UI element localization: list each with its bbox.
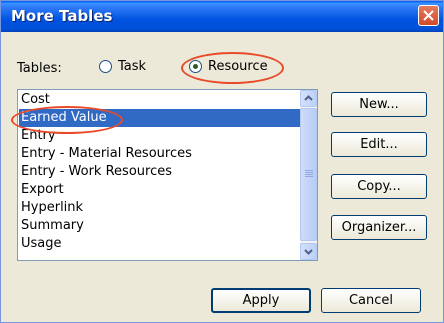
dialog-title: More Tables [11,7,113,25]
close-button[interactable] [418,5,439,26]
task-radio-dot [99,60,112,73]
list-item-hyperlink[interactable]: Hyperlink [19,199,301,217]
task-radio[interactable]: Task [99,59,146,74]
cancel-button[interactable]: Cancel [321,288,421,313]
annotation-circle-resource [181,52,284,84]
list-item-summary[interactable]: Summary [19,217,301,235]
scroll-down-button[interactable] [300,243,317,260]
task-radio-label: Task [118,59,147,74]
organizer-button[interactable]: Organizer... [331,215,427,240]
annotation-circle-earned-value [11,106,123,134]
list-item-entry-material-resources[interactable]: Entry - Material Resources [19,145,301,163]
scroll-up-button[interactable] [300,90,317,107]
list-item-export[interactable]: Export [19,181,301,199]
new-button[interactable]: New... [331,92,427,117]
apply-button[interactable]: Apply [211,288,311,313]
list-item-usage[interactable]: Usage [19,235,301,253]
close-icon [423,10,434,21]
tables-label: Tables: [17,61,62,76]
edit-button[interactable]: Edit... [331,132,427,157]
copy-button[interactable]: Copy... [331,174,427,199]
scroll-thumb[interactable] [300,108,317,241]
more-tables-dialog: More Tables Tables: Task Resource Cost E… [0,0,444,323]
list-item-entry-work-resources[interactable]: Entry - Work Resources [19,163,301,181]
title-bar: More Tables [1,1,443,32]
vertical-scrollbar[interactable] [300,90,317,260]
chevron-up-icon [304,95,313,101]
chevron-down-icon [304,249,313,255]
